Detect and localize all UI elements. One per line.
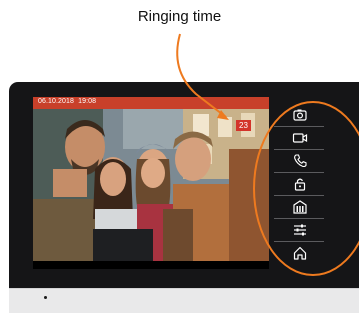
- ringing-time-callout: Ringing time: [137, 8, 222, 25]
- camera-video-feed: [33, 109, 269, 261]
- status-bar: 06.10.2018 19:08: [33, 97, 269, 109]
- status-time: 19:08: [78, 98, 97, 105]
- status-date: 06.10.2018: [38, 98, 75, 105]
- device-bottom-bezel: [9, 288, 359, 313]
- ringing-time-counter: 23: [236, 120, 251, 131]
- status-datetime: 06.10.2018 19:08: [38, 98, 96, 105]
- status-led: [44, 296, 47, 299]
- monitor-screen: 06.10.2018 19:08 23: [33, 97, 269, 269]
